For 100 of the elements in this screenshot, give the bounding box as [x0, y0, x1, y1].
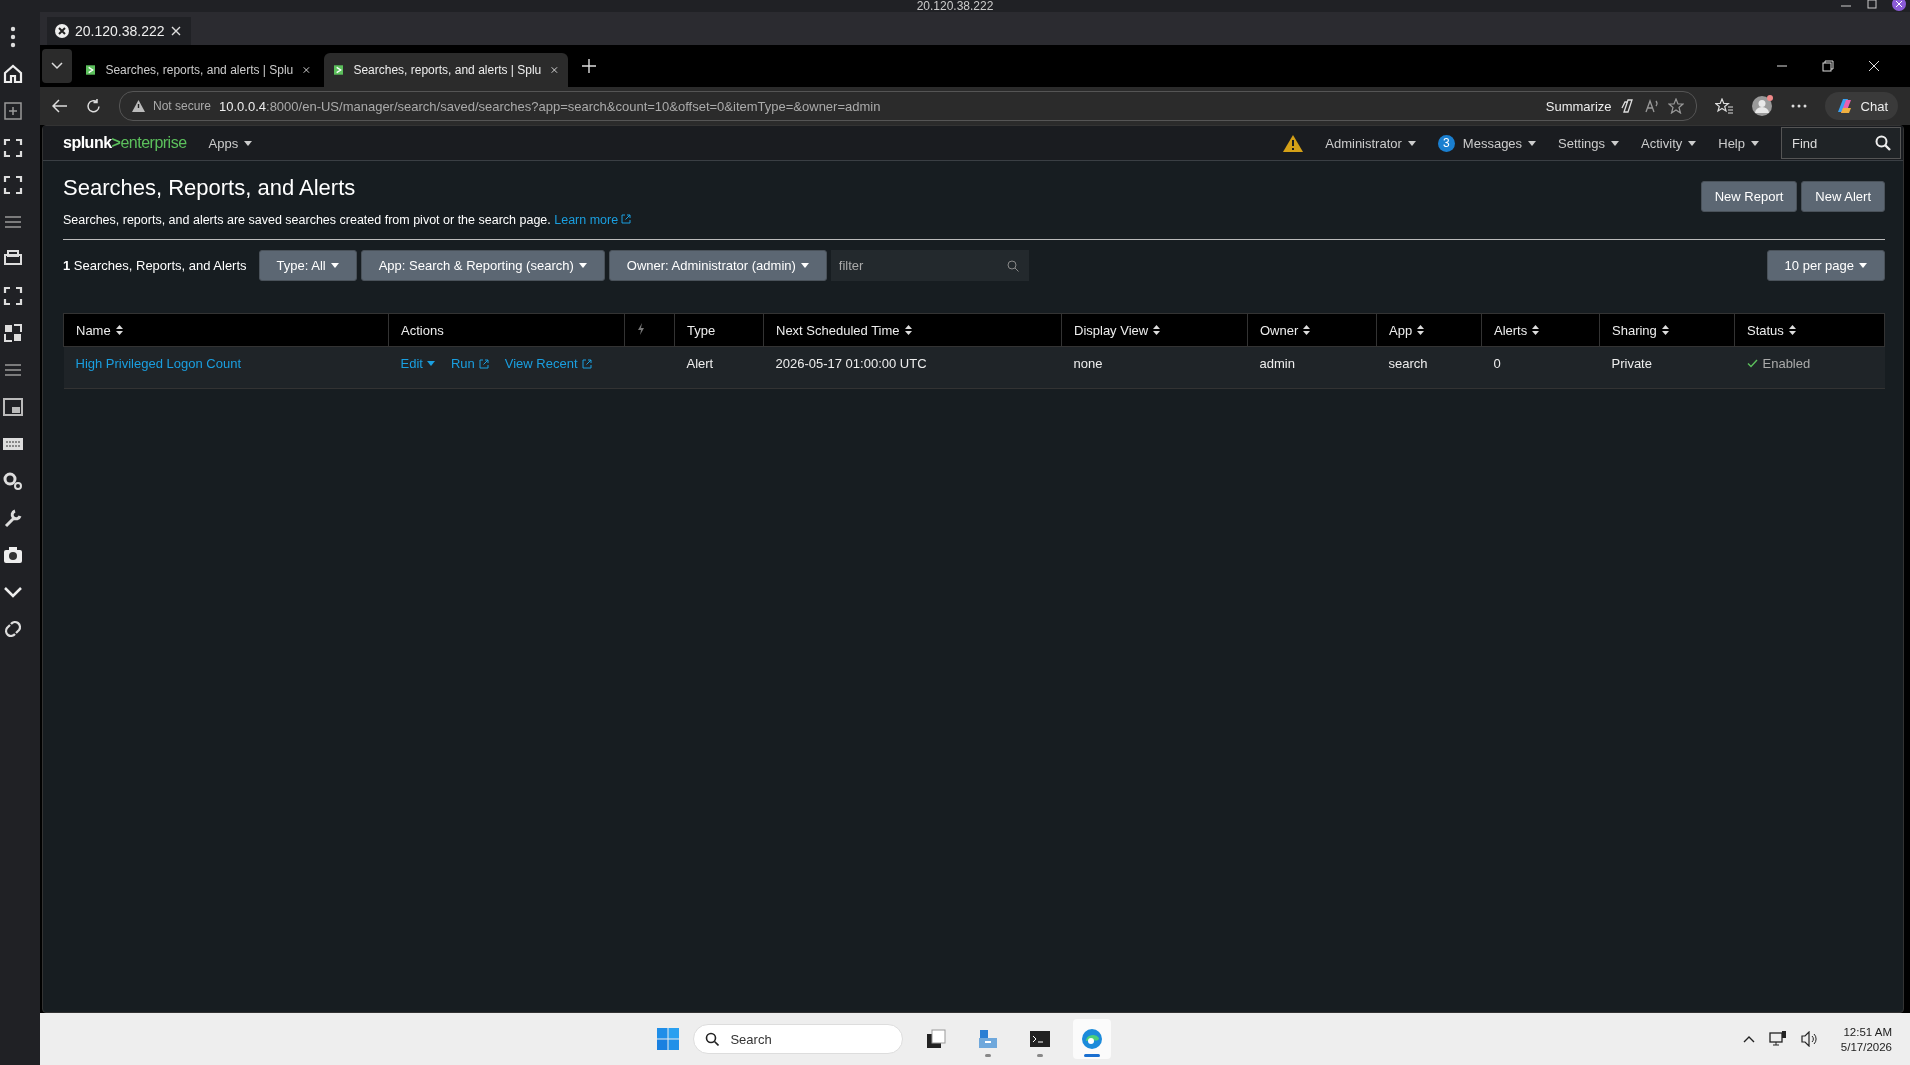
column-header[interactable]: Owner [1247, 313, 1377, 347]
home-icon[interactable] [2, 63, 24, 85]
close-icon[interactable] [170, 26, 181, 36]
link-icon[interactable] [2, 618, 24, 640]
refresh-icon[interactable] [86, 98, 101, 114]
nav-menu[interactable]: 3 Messages [1437, 134, 1537, 152]
column-header[interactable]: Next Scheduled Time [763, 313, 1062, 347]
search-name-link[interactable]: High Privileged Logon Count [75, 356, 241, 371]
browser-tab[interactable]: Searches, reports, and alerts | Splu [76, 53, 320, 87]
table-cell: none [1073, 356, 1103, 371]
tab-list-button[interactable] [42, 49, 72, 83]
frame-icon[interactable] [2, 322, 24, 344]
new-tab-icon[interactable] [582, 59, 596, 73]
read-aloud-icon[interactable] [1643, 98, 1660, 114]
session-tab[interactable]: 20.120.38.222 [47, 17, 191, 45]
column-header[interactable]: Display View [1061, 313, 1248, 347]
sort-icon [1153, 324, 1161, 335]
copilot-icon[interactable] [1619, 98, 1636, 114]
caret-icon [578, 263, 587, 268]
splunk-logo[interactable]: splunk>enterprise [63, 134, 187, 152]
start-icon[interactable] [657, 1028, 680, 1050]
search-icon [705, 1032, 720, 1046]
caret-icon [1407, 140, 1416, 146]
result-count: 1 Searches, Reports, and Alerts [63, 258, 247, 273]
warning-icon[interactable] [1283, 134, 1304, 152]
address-bar[interactable]: Not secure 10.0.0.4:8000/en-US/manager/search/saved/searches?app=search&count=10&offset=0&itemType=&owner=admin Summarize [119, 91, 1697, 121]
more-icon[interactable] [1790, 104, 1807, 108]
column-header[interactable]: Alerts [1481, 313, 1600, 347]
restore-icon[interactable] [1822, 60, 1834, 72]
filter-field[interactable]: filter [830, 250, 1029, 281]
message-count-badge: 3 [1437, 134, 1455, 152]
table-cell: Alert [686, 356, 714, 371]
filter-dropdown[interactable]: App: Search & Reporting (search) [360, 250, 605, 281]
close-icon[interactable] [1868, 60, 1880, 72]
nav-menu[interactable]: Settings [1558, 135, 1620, 151]
wrench-icon[interactable] [2, 507, 24, 529]
splunk-favicon-icon [86, 63, 96, 77]
nav-menu[interactable]: Help [1718, 135, 1759, 151]
find-field[interactable]: Find [1781, 127, 1901, 159]
checkmark-icon [1746, 359, 1758, 368]
chevron-up-icon[interactable] [1742, 1035, 1755, 1043]
learn-more-link[interactable]: Learn more [554, 213, 632, 227]
close-icon[interactable] [303, 65, 310, 75]
favorites-icon[interactable] [1714, 98, 1733, 114]
warning-icon [132, 100, 145, 112]
lightning-icon [637, 322, 645, 335]
sort-icon [1532, 324, 1540, 335]
filter-dropdown[interactable]: Type: All [258, 250, 357, 281]
caret-icon [1688, 140, 1697, 146]
frame-icon[interactable] [2, 174, 24, 196]
filter-dropdown[interactable]: Owner: Administrator (admin) [608, 250, 827, 281]
edge-browser-icon[interactable] [1073, 1019, 1112, 1059]
external-link-icon [478, 358, 489, 369]
per-page-dropdown[interactable]: 10 per page [1766, 250, 1885, 281]
nav-menu[interactable]: Activity [1641, 135, 1697, 151]
caret-icon [1859, 263, 1867, 268]
star-icon[interactable] [1667, 98, 1684, 114]
volume-icon[interactable] [1800, 1031, 1819, 1047]
column-header[interactable]: App [1376, 313, 1482, 347]
action-link[interactable]: View Recent [504, 356, 592, 371]
action-link[interactable]: Run [450, 356, 489, 371]
restore-icon[interactable] [1866, 0, 1878, 10]
search-icon[interactable] [1875, 135, 1891, 151]
frame-icon[interactable] [2, 137, 24, 159]
caret-icon [1611, 140, 1620, 146]
clock-date[interactable]: 5/17/2026 [1840, 1040, 1892, 1053]
column-header[interactable]: Name [63, 313, 389, 347]
chevron-down-icon [51, 62, 63, 70]
close-icon[interactable] [551, 65, 558, 75]
browser-tab[interactable]: Searches, reports, and alerts | Splu [324, 53, 568, 87]
apps-menu[interactable]: Apps [208, 135, 253, 151]
frame-icon[interactable] [2, 285, 24, 307]
back-icon[interactable] [52, 99, 68, 113]
sort-icon [904, 324, 912, 335]
profile-avatar-icon[interactable] [1750, 95, 1773, 117]
external-link-icon [581, 358, 592, 369]
new-button[interactable]: New Alert [1801, 181, 1885, 212]
chat-button[interactable]: Chat [1824, 92, 1898, 120]
sort-icon [1417, 324, 1425, 335]
window-icon[interactable] [2, 396, 24, 418]
network-icon[interactable] [1768, 1031, 1787, 1047]
table-cell: 2026-05-17 01:00:00 UTC [775, 356, 927, 371]
splunk-favicon-icon [334, 63, 344, 77]
add-icon[interactable] [2, 100, 24, 122]
clock-time[interactable]: 12:51 AM [1843, 1025, 1892, 1038]
sort-icon [115, 324, 123, 335]
page-title: Searches, Reports, and Alerts [63, 175, 357, 201]
nav-menu[interactable]: Administrator [1325, 135, 1416, 151]
column-header[interactable]: Sharing [1599, 313, 1735, 347]
action-link[interactable]: Edit [400, 356, 435, 371]
sort-icon [1788, 324, 1796, 335]
table-cell: admin [1259, 356, 1295, 371]
column-header[interactable]: Status [1734, 313, 1885, 347]
caret-icon [1751, 140, 1759, 146]
new-button[interactable]: New Report [1700, 181, 1798, 212]
table-cell: 0 [1493, 356, 1501, 371]
close-icon[interactable] [1892, 0, 1906, 11]
settings-icon[interactable] [2, 470, 24, 492]
camera-icon[interactable] [2, 544, 24, 566]
taskbar-search-field[interactable]: Search [693, 1024, 904, 1054]
